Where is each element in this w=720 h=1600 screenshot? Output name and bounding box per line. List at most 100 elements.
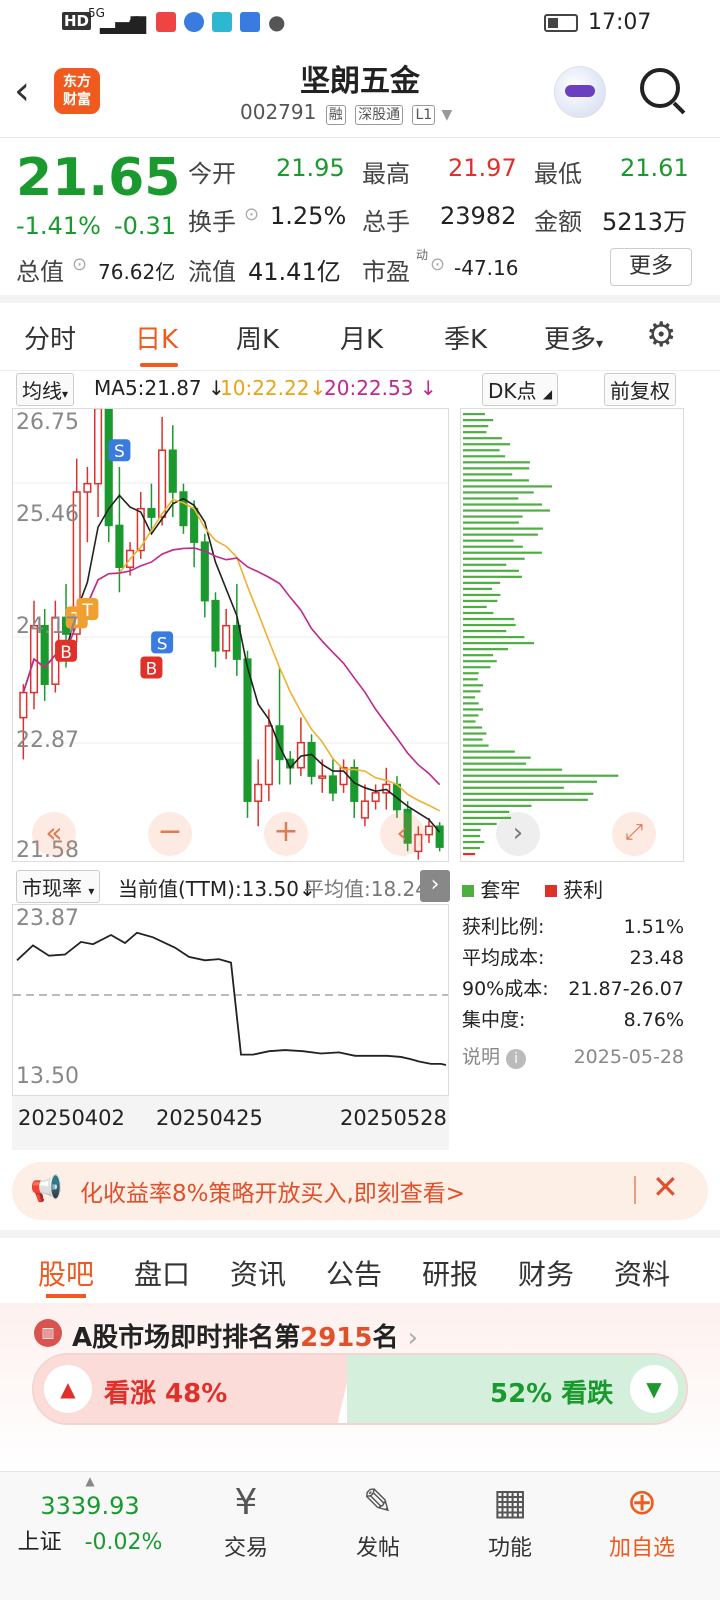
chip-bar <box>463 804 532 807</box>
info-icon[interactable]: ⊙ <box>244 204 259 225</box>
chip-bar <box>463 648 509 651</box>
chip-bar <box>463 497 519 500</box>
connect-tag: 深股通 <box>355 105 404 125</box>
chip-bar <box>463 846 480 850</box>
indicator-tick: 13.50 <box>16 1064 79 1089</box>
chip-bar <box>463 503 543 506</box>
float-label: 流值 <box>188 258 236 286</box>
robot-assistant-icon[interactable] <box>554 66 606 118</box>
trade-marker-label: B <box>60 643 72 663</box>
dk-point-button[interactable]: DK点 ◢ <box>482 373 559 406</box>
tab-quarterly-k[interactable]: 季K <box>444 319 487 356</box>
turnover-label: 换手 <box>188 208 236 236</box>
search-icon-handle <box>672 101 686 115</box>
tab-research[interactable]: 研报 <box>422 1253 478 1293</box>
trade-marker-label: T <box>81 601 93 621</box>
tab-finance[interactable]: 财务 <box>518 1253 574 1293</box>
low-label: 最低 <box>534 160 582 188</box>
bullish-button[interactable]: ▲ <box>44 1365 92 1413</box>
adjust-button[interactable]: 前复权 <box>604 373 676 406</box>
stat-row: 获利比例: 1.51% <box>462 916 684 938</box>
chip-bar <box>463 599 498 603</box>
pe-value: -47.16 <box>454 256 519 280</box>
chip-bar <box>463 666 491 669</box>
chip-bar <box>463 461 530 464</box>
add-watchlist-button[interactable]: ⊕ 加自选 <box>582 1472 702 1562</box>
more-button[interactable]: 更多 <box>610 248 692 286</box>
chip-bar <box>463 720 476 723</box>
chip-bar <box>463 491 534 494</box>
chip-bar <box>463 714 479 717</box>
chip-bar <box>463 413 485 416</box>
ma-selector[interactable]: 均线▾ <box>16 373 75 406</box>
info-icon[interactable]: ⊙ <box>72 254 87 275</box>
pe-label: 市盈 <box>362 258 410 286</box>
expand-arrow-icon[interactable]: › <box>420 870 450 902</box>
zoom-out-button[interactable]: − <box>148 812 192 856</box>
note-link[interactable]: 说明 i <box>462 1042 527 1073</box>
chip-bar <box>463 623 516 627</box>
stat-row: 集中度: 8.76% <box>462 1009 684 1031</box>
period-tabs: 分时 日K 周K 月K 季K 更多▾ ⚙ <box>0 303 720 371</box>
chip-bar <box>463 539 514 542</box>
stock-name: 坚朗五金 <box>300 64 420 99</box>
trapped-swatch <box>462 885 474 897</box>
promo-banner[interactable]: 📢 化收益率8%策略开放买入,即刻查看> ✕ <box>12 1162 708 1220</box>
chip-bar <box>463 587 492 590</box>
chip-bar <box>463 738 483 741</box>
index-value: 3339.93 <box>40 1492 140 1520</box>
trade-button[interactable]: ¥ 交易 <box>186 1472 306 1562</box>
ma5-line <box>22 494 441 833</box>
chip-bar <box>463 708 484 711</box>
tab-daily-k[interactable]: 日K <box>135 319 178 356</box>
change-amount: -0.31 <box>114 212 177 240</box>
chip-bar <box>463 636 525 639</box>
close-icon[interactable]: ✕ <box>652 1168 679 1206</box>
tab-monthly-k[interactable]: 月K <box>340 319 383 356</box>
tab-news[interactable]: 资讯 <box>230 1253 286 1293</box>
tab-weekly-k[interactable]: 周K <box>236 319 279 356</box>
chip-bar <box>463 611 494 615</box>
scroll-left-button[interactable]: « <box>32 812 76 856</box>
chevron-right-icon: › <box>407 1323 418 1353</box>
header: ‹ 东方财富 坚朗五金 002791 融 深股通 L1 ▼ <box>0 48 720 138</box>
chip-bar <box>463 726 483 729</box>
chip-bar <box>463 672 479 675</box>
pe-dynamic-sup: 动 <box>416 248 429 262</box>
zoom-in-button[interactable]: + <box>264 812 308 856</box>
chip-bar <box>463 443 511 446</box>
tab-announcements[interactable]: 公告 <box>326 1253 382 1293</box>
chip-bar <box>463 678 478 681</box>
info-icon: i <box>506 1049 527 1069</box>
tab-profile[interactable]: 资料 <box>614 1253 670 1293</box>
indicator-current: 当前值(TTM):13.50↓ <box>118 877 316 901</box>
tab-intraday[interactable]: 分时 <box>24 319 76 356</box>
chip-bar <box>463 642 535 645</box>
functions-button[interactable]: ▦ 功能 <box>450 1472 570 1562</box>
settings-gear-icon[interactable]: ⚙ <box>646 315 676 355</box>
post-button[interactable]: ✎ 发帖 <box>318 1472 438 1562</box>
rank-title[interactable]: A股市场即时排名第2915名 › <box>72 1317 418 1354</box>
mktcap-value: 76.62亿 <box>98 260 176 284</box>
candle-body <box>254 783 263 802</box>
active-tab-indicator <box>140 363 178 367</box>
stock-code-row: 002791 融 深股通 L1 ▼ <box>240 100 452 125</box>
scroll-right-button[interactable]: ‹ <box>380 812 424 856</box>
date-axis: 20250402 20250425 20250528 <box>12 1096 449 1150</box>
dropdown-icon[interactable]: ▼ <box>442 107 453 123</box>
yen-exchange-icon: ¥ <box>234 1482 258 1523</box>
tab-more[interactable]: 更多▾ <box>544 319 603 356</box>
indicator-average: 平均值:18.24 <box>304 877 428 901</box>
notification-app-icon <box>212 12 232 32</box>
volume-value: 23982 <box>440 202 517 230</box>
tab-order-book[interactable]: 盘口 <box>134 1253 190 1293</box>
tab-guba[interactable]: 股吧 <box>38 1253 94 1293</box>
indicator-selector[interactable]: 市现率 ▾ <box>16 870 101 903</box>
candle-body <box>328 775 337 794</box>
index-ticker[interactable]: ▲ 3339.93 上证 -0.02% <box>0 1472 180 1600</box>
volume-label: 总手 <box>362 208 410 236</box>
info-icon[interactable]: ⊙ <box>430 254 445 275</box>
rank-panel: ▥ A股市场即时排名第2915名 › ▲ 看涨 48% 52% 看跌 ▼ <box>0 1303 720 1471</box>
bearish-button[interactable]: ▼ <box>630 1365 678 1413</box>
trade-marker-label: S <box>157 634 168 654</box>
